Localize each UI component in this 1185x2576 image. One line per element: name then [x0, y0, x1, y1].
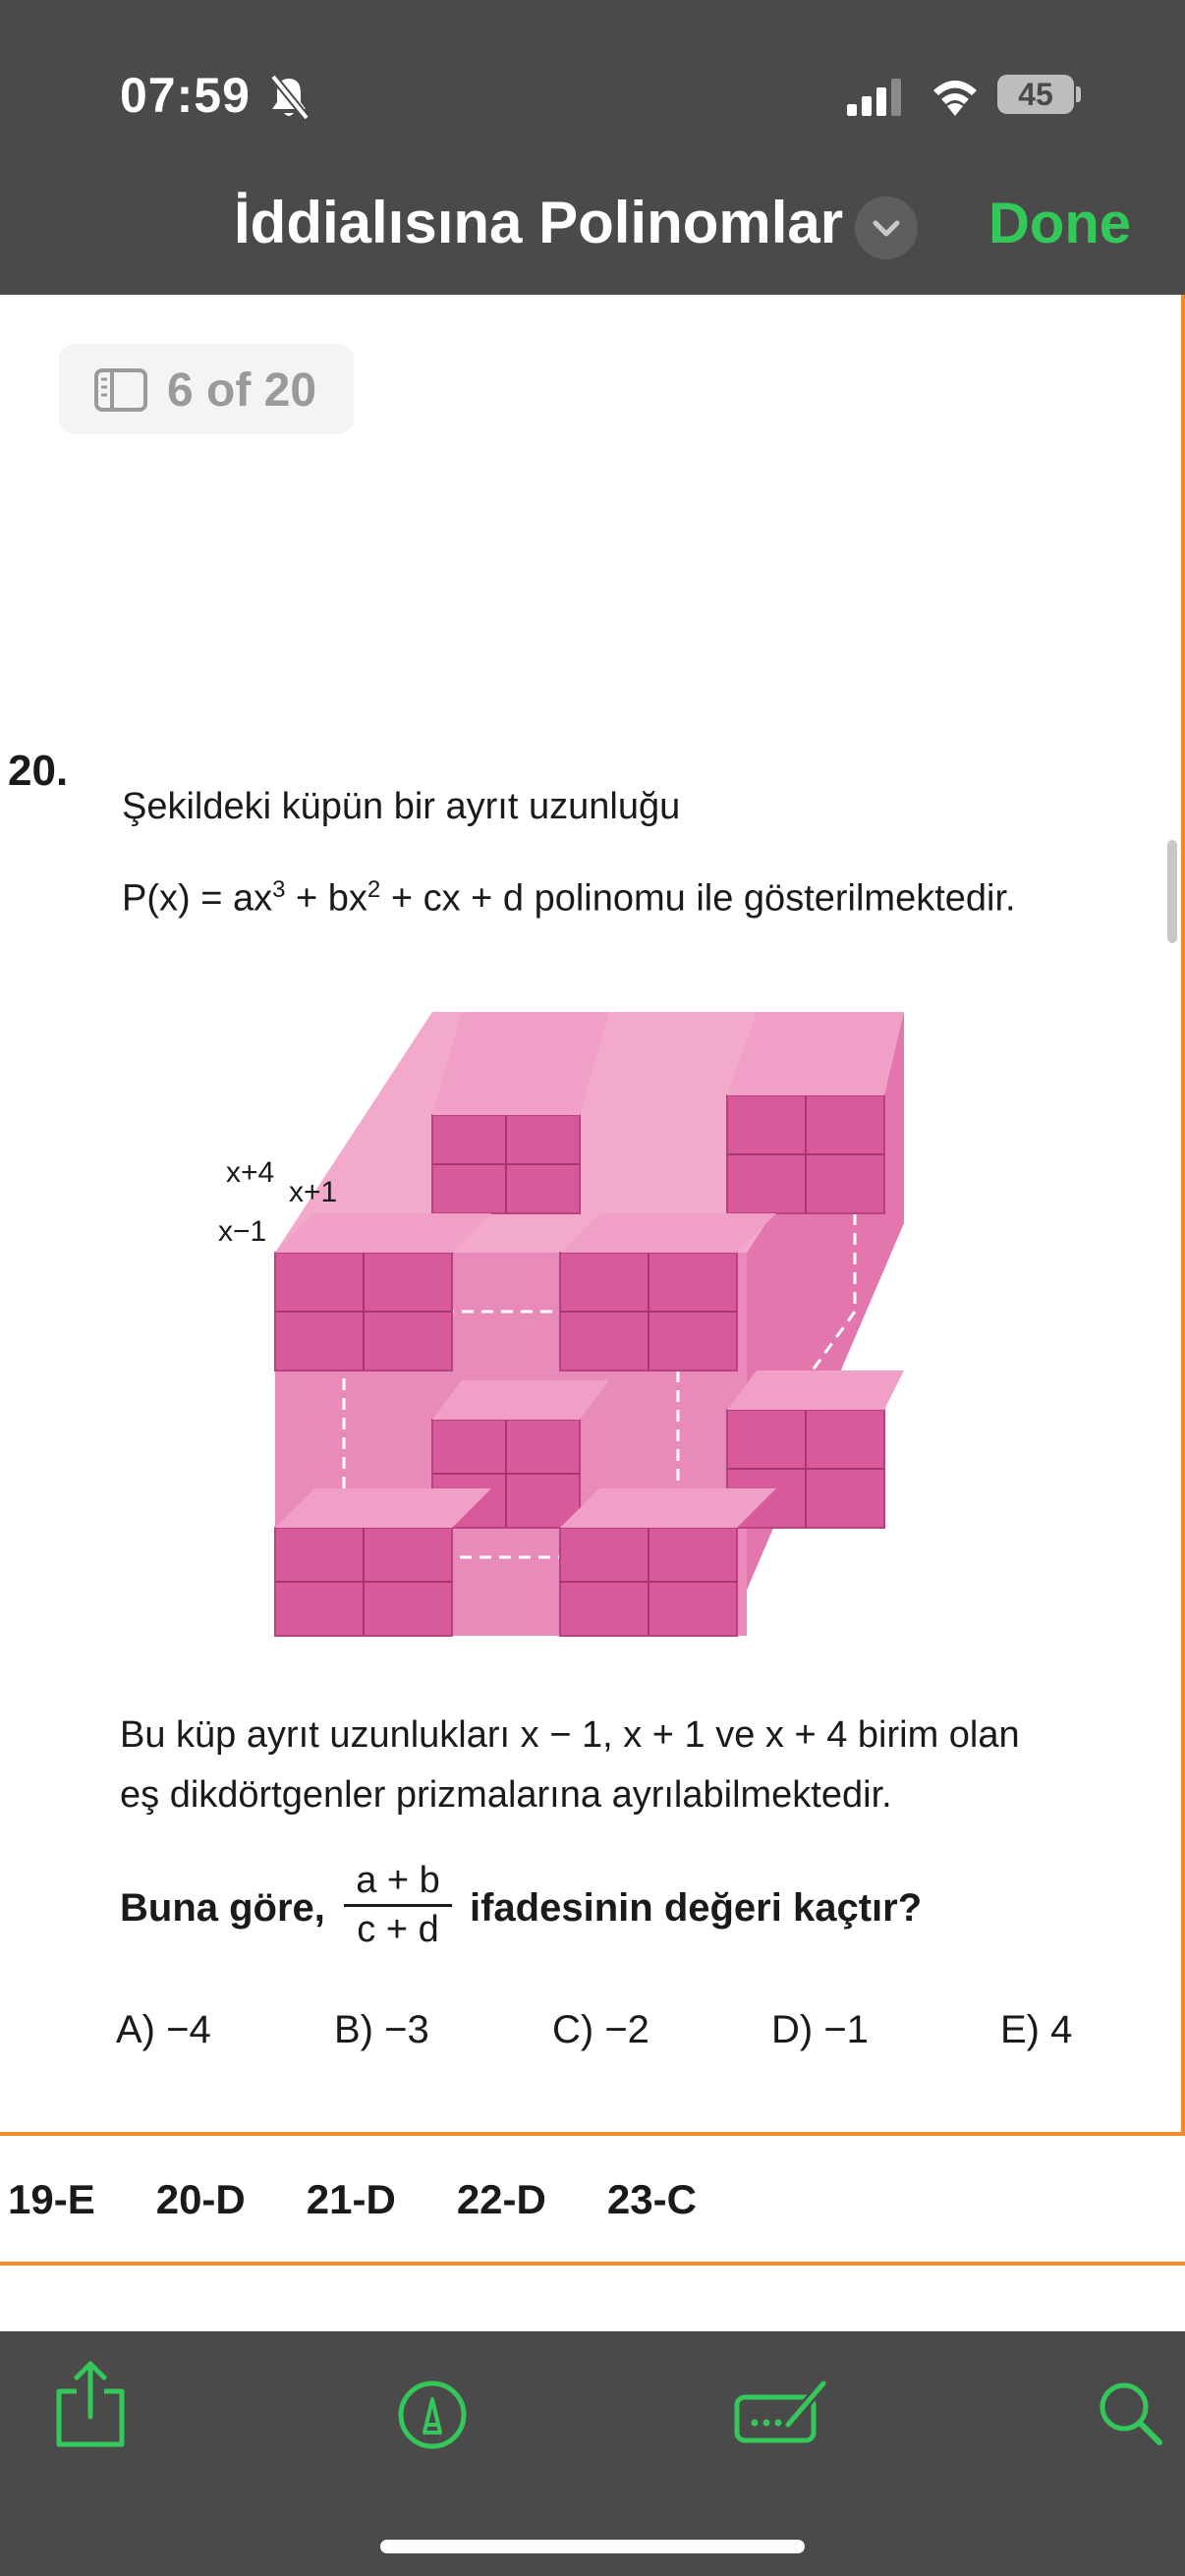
sidebar-icon: [94, 368, 147, 412]
poly-term-2: + bx: [285, 877, 367, 920]
done-button[interactable]: Done: [988, 191, 1131, 256]
markup-icon[interactable]: [395, 2378, 470, 2452]
bell-slash-icon: [269, 74, 310, 121]
answer-divider-top: [0, 2132, 1185, 2136]
fraction-bar: [344, 1904, 452, 1907]
wifi-icon: [933, 81, 977, 116]
share-icon[interactable]: [51, 2358, 130, 2452]
question-polynomial: P(x) = ax3 + bx2 + cx + d polinomu ile g…: [122, 876, 1016, 921]
fraction-denominator: c + d: [357, 1909, 439, 1950]
poly-lhs: P(x) = ax: [122, 877, 273, 920]
home-indicator: [380, 2540, 805, 2553]
signature-icon[interactable]: [731, 2376, 829, 2450]
document-title[interactable]: İddialısına Polinomlar: [234, 189, 843, 256]
question-number: 20.: [8, 747, 69, 795]
question-prompt-end: ifadesinin değeri kaçtır?: [470, 1886, 923, 1930]
cube-figure: x+4 x+1 x−1: [218, 1012, 904, 1637]
option-d: D) −1: [771, 2008, 869, 2051]
answer-item: 21-D: [306, 2176, 396, 2222]
question-line-1: Şekildeki küpün bir ayrıt uzunluğu: [122, 786, 681, 827]
answer-item: 23-C: [606, 2176, 697, 2222]
poly-rest: + cx + d polinomu ile gösterilmektedir.: [380, 877, 1016, 920]
cellular-signal-icon: [847, 79, 901, 116]
option-e: E) 4: [1000, 2008, 1073, 2051]
battery-icon: 45: [997, 75, 1074, 114]
poly-exp-2: 2: [367, 876, 381, 903]
search-icon[interactable]: [1093, 2376, 1167, 2450]
title-menu-button[interactable]: [855, 196, 918, 259]
option-c: C) −2: [552, 2008, 649, 2051]
question-line-3: Bu küp ayrıt uzunlukları x − 1, x + 1 ve…: [120, 1714, 1020, 1756]
status-time: 07:59: [120, 68, 251, 123]
label-x-plus-4: x+4: [226, 1156, 274, 1189]
option-a: A) −4: [116, 2008, 211, 2051]
question-line-4: eş dikdörtgenler prizmalarına ayrılabilm…: [120, 1774, 892, 1816]
label-x-plus-1: x+1: [289, 1176, 337, 1208]
option-b: B) −3: [334, 2008, 429, 2051]
scrollbar-thumb[interactable]: [1167, 840, 1177, 943]
poly-exp-3: 3: [272, 876, 286, 903]
label-x-minus-1: x−1: [218, 1215, 266, 1248]
question-prompt: Buna göre,: [120, 1886, 325, 1930]
answer-key: 19-E 20-D 21-D 22-D 23-C: [8, 2176, 758, 2223]
answer-item: 19-E: [8, 2176, 95, 2222]
answer-item: 20-D: [155, 2176, 246, 2222]
fraction-numerator: a + b: [356, 1860, 440, 1901]
answer-item: 22-D: [456, 2176, 546, 2222]
battery-nub: [1076, 86, 1081, 102]
answer-divider-bottom: [0, 2262, 1185, 2266]
fraction: a + b c + d: [344, 1860, 452, 1951]
page-indicator-label: 6 of 20: [167, 364, 317, 417]
chevron-down-icon: [873, 220, 900, 237]
